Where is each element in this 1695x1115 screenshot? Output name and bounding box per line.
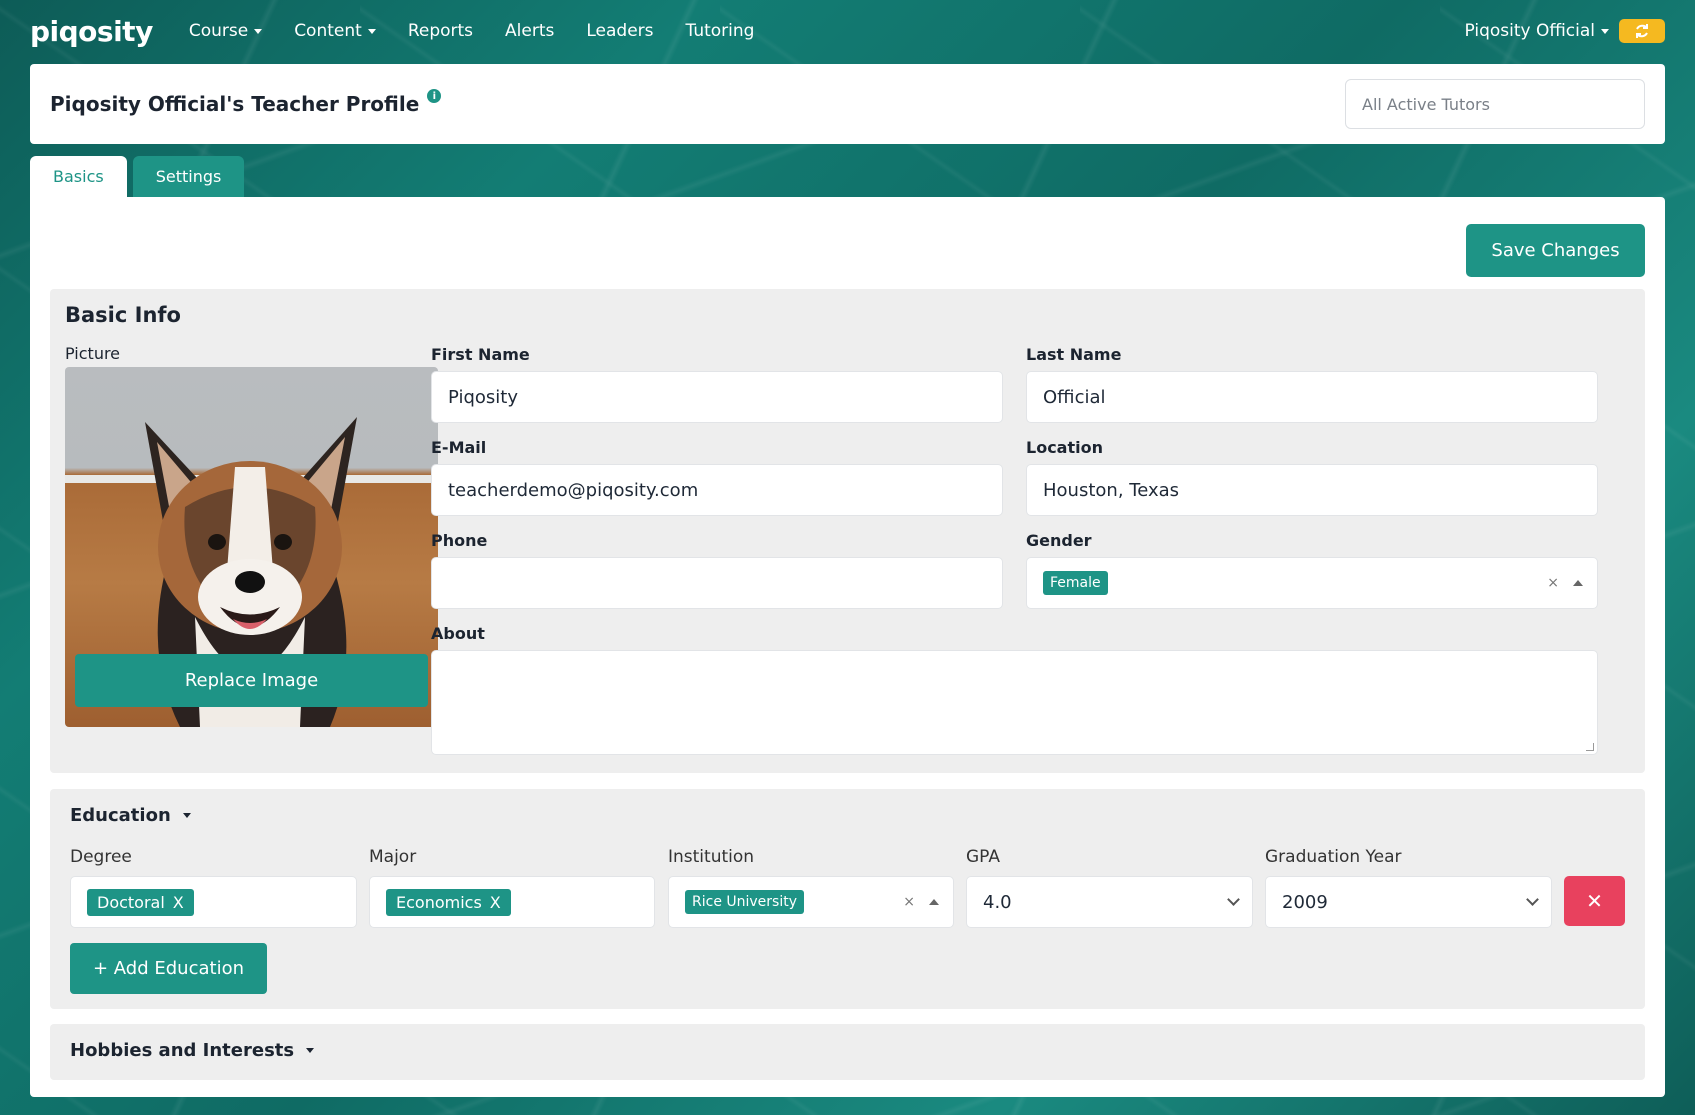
nav-course[interactable]: Course: [188, 21, 263, 41]
remove-education-button[interactable]: ✕: [1564, 876, 1625, 926]
resize-grip-icon[interactable]: [1586, 743, 1594, 751]
chip-remove-icon[interactable]: X: [490, 893, 501, 912]
page-title: Piqosity Official's Teacher Profile: [50, 92, 420, 116]
gender-chip: Female: [1043, 571, 1108, 595]
picture-label: Picture: [65, 344, 121, 363]
refresh-button[interactable]: [1619, 19, 1665, 43]
tab-basics[interactable]: Basics: [30, 156, 127, 197]
institution-select[interactable]: Rice University ×: [668, 876, 954, 928]
degree-input[interactable]: Doctoral X: [70, 876, 357, 928]
chevron-down-icon: [1601, 28, 1609, 34]
gpa-select[interactable]: 4.0: [966, 876, 1253, 928]
gender-select[interactable]: Female ×: [1026, 557, 1598, 609]
major-label: Major: [369, 847, 417, 867]
hobbies-section: Hobbies and Interests: [50, 1024, 1645, 1080]
degree-chip: Doctoral X: [87, 888, 194, 916]
education-section: Education Degree Major Institution GPA G…: [50, 789, 1645, 1009]
select-controls: [1526, 893, 1539, 906]
user-menu-label: Piqosity Official: [1464, 21, 1595, 41]
caret-up-icon[interactable]: [929, 899, 939, 905]
graduation-year-label: Graduation Year: [1265, 847, 1402, 867]
select-controls: ×: [1547, 575, 1583, 591]
main-panel: Save Changes Basic Info Picture Replace …: [30, 197, 1665, 1097]
gender-label: Gender: [1026, 531, 1092, 550]
graduation-year-select[interactable]: 2009: [1265, 876, 1552, 928]
institution-label: Institution: [668, 847, 755, 867]
caret-up-icon[interactable]: [1573, 580, 1583, 586]
chevron-down-icon: [182, 813, 191, 818]
chevron-down-icon: [1526, 893, 1539, 906]
refresh-icon: [1636, 24, 1648, 38]
nav-reports[interactable]: Reports: [408, 21, 473, 41]
last-name-label: Last Name: [1026, 345, 1122, 364]
education-toggle[interactable]: Education: [70, 805, 191, 826]
degree-label: Degree: [70, 847, 132, 867]
gpa-label: GPA: [966, 847, 1000, 867]
gpa-value: 4.0: [983, 891, 1012, 913]
location-label: Location: [1026, 438, 1103, 457]
logo[interactable]: piqosity: [30, 15, 153, 48]
nav-content-label: Content: [294, 21, 362, 41]
email-input[interactable]: teacherdemo@piqosity.com: [431, 464, 1003, 516]
info-icon[interactable]: i: [427, 89, 442, 103]
basic-info-section: Basic Info Picture Replace Image First N…: [50, 289, 1645, 773]
nav-tutoring[interactable]: Tutoring: [686, 21, 755, 41]
first-name-label: First Name: [431, 345, 530, 364]
select-controls: ×: [903, 894, 939, 910]
email-label: E-Mail: [431, 438, 487, 457]
replace-image-button[interactable]: Replace Image: [75, 654, 428, 707]
degree-chip-label: Doctoral: [97, 892, 165, 912]
add-education-button[interactable]: + Add Education: [70, 943, 267, 994]
nav-alerts[interactable]: Alerts: [505, 21, 554, 41]
clear-icon[interactable]: ×: [1547, 575, 1559, 591]
tutor-select[interactable]: All Active Tutors: [1345, 79, 1645, 129]
phone-input[interactable]: [431, 557, 1003, 609]
profile-picture: Replace Image: [65, 367, 438, 727]
hobbies-toggle[interactable]: Hobbies and Interests: [70, 1040, 315, 1061]
nav-course-label: Course: [188, 21, 249, 41]
chevron-down-icon: [254, 28, 263, 34]
chevron-down-icon: [1227, 893, 1240, 906]
nav-leaders[interactable]: Leaders: [586, 21, 653, 41]
tab-settings[interactable]: Settings: [132, 156, 245, 197]
close-icon: ✕: [1586, 889, 1603, 913]
chevron-down-icon: [306, 1048, 315, 1053]
save-changes-button[interactable]: Save Changes: [1466, 224, 1645, 277]
hobbies-title: Hobbies and Interests: [70, 1040, 295, 1061]
profile-tabs: Basics Settings: [30, 156, 245, 197]
top-navbar: piqosity Course Content Reports Alerts L…: [0, 0, 1695, 62]
location-input[interactable]: Houston, Texas: [1026, 464, 1598, 516]
chevron-down-icon: [367, 28, 376, 34]
about-textarea[interactable]: [431, 650, 1598, 755]
section-title: Basic Info: [65, 303, 181, 327]
phone-label: Phone: [431, 531, 488, 550]
education-title: Education: [70, 805, 171, 826]
select-controls: [1227, 893, 1240, 906]
major-chip-label: Economics: [396, 892, 482, 912]
first-name-input[interactable]: Piqosity: [431, 371, 1003, 423]
user-menu[interactable]: Piqosity Official: [1464, 21, 1609, 41]
nav-content[interactable]: Content: [294, 21, 376, 41]
graduation-year-value: 2009: [1282, 891, 1328, 913]
clear-icon[interactable]: ×: [903, 894, 915, 910]
chip-remove-icon[interactable]: X: [173, 893, 184, 912]
profile-header: Piqosity Official's Teacher Profile i Al…: [30, 64, 1665, 144]
last-name-input[interactable]: Official: [1026, 371, 1598, 423]
major-chip: Economics X: [386, 888, 511, 916]
major-input[interactable]: Economics X: [369, 876, 655, 928]
institution-chip: Rice University: [685, 890, 804, 914]
about-label: About: [431, 624, 485, 643]
